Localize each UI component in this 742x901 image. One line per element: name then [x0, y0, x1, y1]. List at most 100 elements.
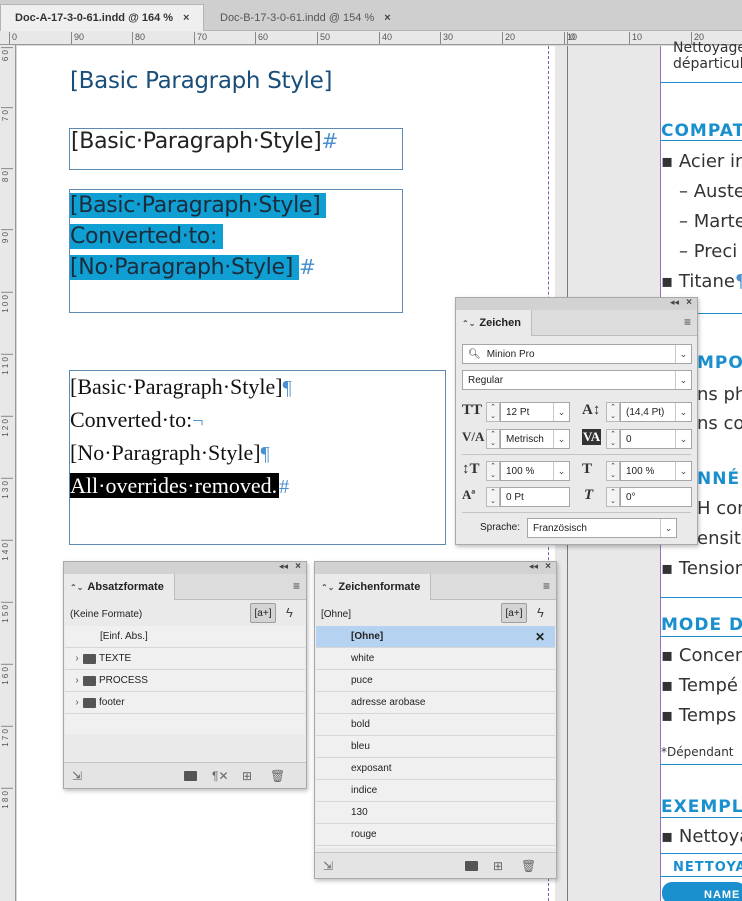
- text-frame-1[interactable]: [Basic·Paragraph·Style]#: [69, 128, 403, 170]
- tab-zeichen[interactable]: ⌃⌄ Zeichen: [456, 310, 532, 336]
- chevron-down-icon: ⌄: [675, 403, 691, 421]
- chevron-down-icon: ⌄: [675, 430, 691, 448]
- panel-header: ⌃⌄ Zeichen ≡: [456, 310, 697, 336]
- expand-icon[interactable]: ›: [71, 653, 83, 664]
- name-button[interactable]: NAME: [662, 882, 742, 901]
- style-label: rouge: [351, 829, 377, 840]
- expand-icon[interactable]: ›: [71, 697, 83, 708]
- font-family-value: Minion Pro: [486, 348, 535, 360]
- list-item[interactable]: › footer: [65, 692, 305, 714]
- trash-icon[interactable]: 🗑︎: [521, 859, 536, 873]
- clear-overrides-icon[interactable]: ¶✕: [212, 769, 229, 783]
- list-item[interactable]: [Einf. Abs.]: [65, 626, 305, 648]
- skew-value: 0°: [626, 491, 636, 503]
- style-label: indice: [351, 785, 378, 796]
- new-group-icon[interactable]: [184, 771, 197, 781]
- expand-icon[interactable]: ›: [71, 675, 83, 686]
- language-select[interactable]: Französisch ⌄: [527, 518, 677, 538]
- language-value: Französisch: [533, 522, 587, 534]
- stepper-icon[interactable]: ⌃ ⌄: [486, 461, 500, 481]
- list-item[interactable]: exposant: [316, 758, 555, 780]
- stepper-icon[interactable]: ⌃ ⌄: [486, 429, 500, 449]
- collapse-icon[interactable]: ◂◂: [279, 561, 288, 572]
- list-item[interactable]: › PROCESS: [65, 670, 305, 692]
- load-styles-icon[interactable]: ⇲: [72, 769, 82, 783]
- skew-icon: T: [584, 487, 594, 503]
- page-heading[interactable]: [Basic Paragraph Style]: [70, 68, 332, 94]
- font-style-select[interactable]: Regular ⌄: [462, 370, 692, 390]
- end-mark: #: [321, 129, 338, 153]
- new-style-icon[interactable]: ⊞: [242, 769, 252, 783]
- list-item[interactable]: adresse arobase: [316, 692, 555, 714]
- new-group-icon[interactable]: [465, 861, 478, 871]
- collapse-icon[interactable]: ◂◂: [529, 561, 538, 572]
- stepper-icon[interactable]: ⌃ ⌄: [606, 487, 620, 507]
- panel-top-bar: ◂◂ ×: [456, 297, 697, 310]
- close-icon[interactable]: ×: [183, 12, 189, 24]
- lightning-icon[interactable]: ϟ: [286, 605, 293, 620]
- trash-icon[interactable]: 🗑︎: [270, 769, 285, 783]
- ruler-label: 1 1 0: [1, 357, 10, 375]
- p2-b3: – Marte: [679, 211, 742, 232]
- create-style-button[interactable]: [a+]: [501, 603, 527, 623]
- list-item[interactable]: indice: [316, 780, 555, 802]
- close-icon[interactable]: ×: [545, 561, 551, 572]
- load-styles-icon[interactable]: ⇲: [323, 859, 333, 873]
- leading-field[interactable]: (14,4 Pt) ⌄: [620, 402, 692, 422]
- font-family-select[interactable]: 🔍︎ Minion Pro ⌄: [462, 344, 692, 364]
- stepper-icon[interactable]: ⌃ ⌄: [606, 429, 620, 449]
- p2-bullet: ▪ Tension: [661, 558, 742, 579]
- list-item[interactable]: bold: [316, 714, 555, 736]
- skew-field[interactable]: 0°: [620, 487, 692, 507]
- horizontal-scale-field[interactable]: 100 % ⌄: [620, 461, 692, 481]
- kerning-field[interactable]: Metrisch ⌄: [500, 429, 570, 449]
- pilcrow-mark: ¶: [260, 443, 270, 465]
- panel-menu-icon[interactable]: ≡: [543, 580, 550, 592]
- p2-top2: départicul: [673, 56, 742, 72]
- tab-zeichenformate[interactable]: ⌃⌄ Zeichenformate: [315, 574, 432, 600]
- stepper-icon[interactable]: ⌃ ⌄: [606, 461, 620, 481]
- ruler-label: 1 8 0: [1, 791, 10, 809]
- ruler-label: 1 6 0: [1, 667, 10, 685]
- list-item[interactable]: [Ohne] ✕: [316, 626, 555, 648]
- close-icon[interactable]: ×: [686, 297, 692, 308]
- text-frame-3[interactable]: [Basic·Paragraph·Style]¶ Converted·to:¬ …: [69, 370, 446, 545]
- panel-menu-icon[interactable]: ≡: [684, 316, 691, 328]
- tab-absatzformate[interactable]: ⌃⌄ Absatzformate: [64, 574, 175, 600]
- p2-bullet: ▪ Nettoya: [661, 826, 742, 847]
- list-item[interactable]: rouge: [316, 824, 555, 846]
- close-icon[interactable]: ×: [295, 561, 301, 572]
- list-item[interactable]: puce: [316, 670, 555, 692]
- new-style-icon[interactable]: ⊞: [493, 859, 503, 873]
- locked-icon: ✕: [534, 629, 545, 644]
- p2-note: *Dépendant: [661, 745, 734, 759]
- lightning-icon[interactable]: ϟ: [537, 605, 544, 620]
- collapse-icon[interactable]: ◂◂: [670, 297, 679, 308]
- style-group-label: TEXTE: [99, 653, 132, 664]
- stepper-icon[interactable]: ⌃ ⌄: [606, 402, 620, 422]
- vertical-scale-field[interactable]: 100 % ⌄: [500, 461, 570, 481]
- text-frame-2[interactable]: [Basic·Paragraph·Style] Converted·to: [N…: [69, 189, 403, 313]
- paragraph-styles-panel: ◂◂ × ⌃⌄ Absatzformate ≡ (Keine Formate) …: [63, 561, 307, 789]
- panel-menu-icon[interactable]: ≡: [293, 580, 300, 592]
- style-label: [Ohne]: [351, 631, 384, 642]
- ruler-label: 1 5 0: [1, 605, 10, 623]
- stepper-icon[interactable]: ⌃ ⌄: [486, 487, 500, 507]
- tracking-field[interactable]: 0 ⌄: [620, 429, 692, 449]
- frame3-line1: [Basic·Paragraph·Style]: [70, 374, 283, 399]
- font-size-field[interactable]: 12 Pt ⌄: [500, 402, 570, 422]
- list-item[interactable]: 130: [316, 802, 555, 824]
- style-label: bold: [351, 719, 370, 730]
- list-item[interactable]: bleu: [316, 736, 555, 758]
- list-item[interactable]: white: [316, 648, 555, 670]
- horizontal-ruler[interactable]: 0 90 80 70 60 50 40 30 20 10 0 10 20: [0, 31, 742, 45]
- vertical-ruler[interactable]: 6 0 7 0 8 0 9 0 1 0 0 1 1 0 1 2 0 1 3 0 …: [0, 45, 16, 901]
- baseline-shift-field[interactable]: 0 Pt: [500, 487, 570, 507]
- stepper-icon[interactable]: ⌃ ⌄: [486, 402, 500, 422]
- close-icon[interactable]: ×: [384, 12, 390, 24]
- tab-doc-a[interactable]: Doc-A-17-3-0-61.indd @ 164 % ×: [0, 4, 204, 31]
- tab-doc-b[interactable]: Doc-B-17-3-0-61.indd @ 154 % ×: [206, 4, 406, 31]
- frame2-body: [Basic·Paragraph·Style] Converted·to: [N…: [70, 190, 402, 283]
- list-item[interactable]: › TEXTE: [65, 648, 305, 670]
- create-style-button[interactable]: [a+]: [250, 603, 276, 623]
